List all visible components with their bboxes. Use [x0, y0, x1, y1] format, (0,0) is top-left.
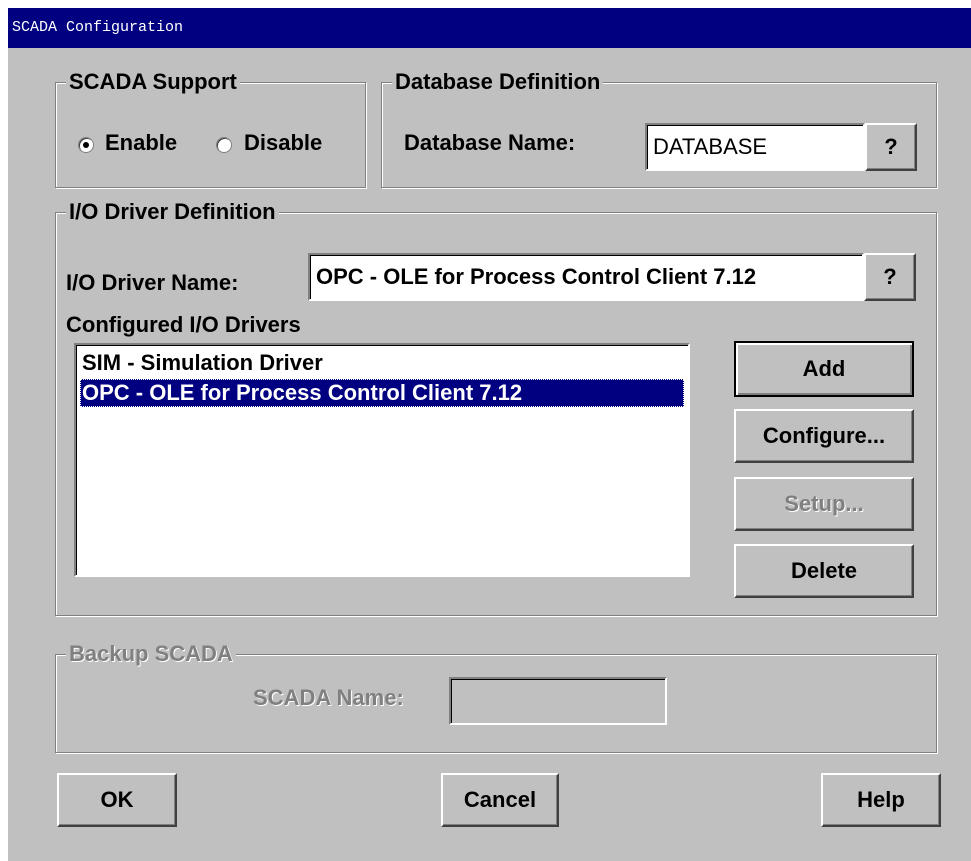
configure-button[interactable]: Configure... [734, 409, 914, 463]
io-driver-name-label: I/O Driver Name: [66, 270, 239, 295]
backup-scada-legend: Backup SCADA [66, 640, 236, 668]
disable-radio-label[interactable]: Disable [244, 129, 322, 157]
io-driver-name-value: OPC - OLE for Process Control Client 7.1… [316, 264, 757, 289]
window-left-edge [0, 0, 8, 861]
scada-support-legend: SCADA Support [66, 68, 240, 96]
scada-name-label: SCADA Name: [253, 685, 404, 710]
configured-drivers-listbox[interactable]: SIM - Simulation Driver OPC - OLE for Pr… [74, 343, 690, 577]
window-title-bar[interactable]: SCADA Configuration [8, 8, 971, 48]
io-driver-definition-legend: I/O Driver Definition [66, 198, 279, 226]
database-browse-button[interactable]: ? [865, 123, 917, 171]
enable-radio-label[interactable]: Enable [105, 129, 177, 157]
io-driver-browse-button[interactable]: ? [864, 253, 916, 301]
help-button[interactable]: Help [821, 773, 941, 827]
cancel-button[interactable]: Cancel [441, 773, 559, 827]
scada-support-group: SCADA Support Enable Disable [55, 68, 366, 188]
backup-scada-group: Backup SCADA SCADA Name: [55, 640, 937, 753]
setup-button[interactable]: Setup... [734, 477, 914, 531]
disable-radio-button[interactable] [216, 137, 232, 153]
io-driver-definition-group: I/O Driver Definition I/O Driver Name: O… [55, 198, 937, 616]
list-item-label: SIM - Simulation Driver [82, 350, 323, 375]
database-name-value: DATABASE [653, 134, 768, 159]
window-title: SCADA Configuration [12, 19, 184, 36]
database-name-field[interactable]: DATABASE [645, 123, 865, 171]
ok-button[interactable]: OK [57, 773, 177, 827]
list-item-label: OPC - OLE for Process Control Client 7.1… [82, 380, 523, 405]
database-definition-legend: Database Definition [392, 68, 604, 96]
add-button[interactable]: Add [734, 341, 914, 397]
enable-radio-button[interactable] [78, 137, 94, 153]
scada-name-field[interactable] [449, 677, 667, 725]
io-driver-name-field[interactable]: OPC - OLE for Process Control Client 7.1… [308, 253, 864, 301]
database-definition-group: Database Definition Database Name: DATAB… [381, 68, 937, 188]
list-item[interactable]: SIM - Simulation Driver [80, 349, 684, 377]
radio-selected-dot [83, 142, 89, 148]
window-top-edge [0, 0, 971, 8]
list-item[interactable]: OPC - OLE for Process Control Client 7.1… [80, 379, 684, 407]
delete-button[interactable]: Delete [734, 544, 914, 598]
configured-drivers-label: Configured I/O Drivers [66, 312, 301, 337]
database-name-label: Database Name: [404, 130, 576, 155]
